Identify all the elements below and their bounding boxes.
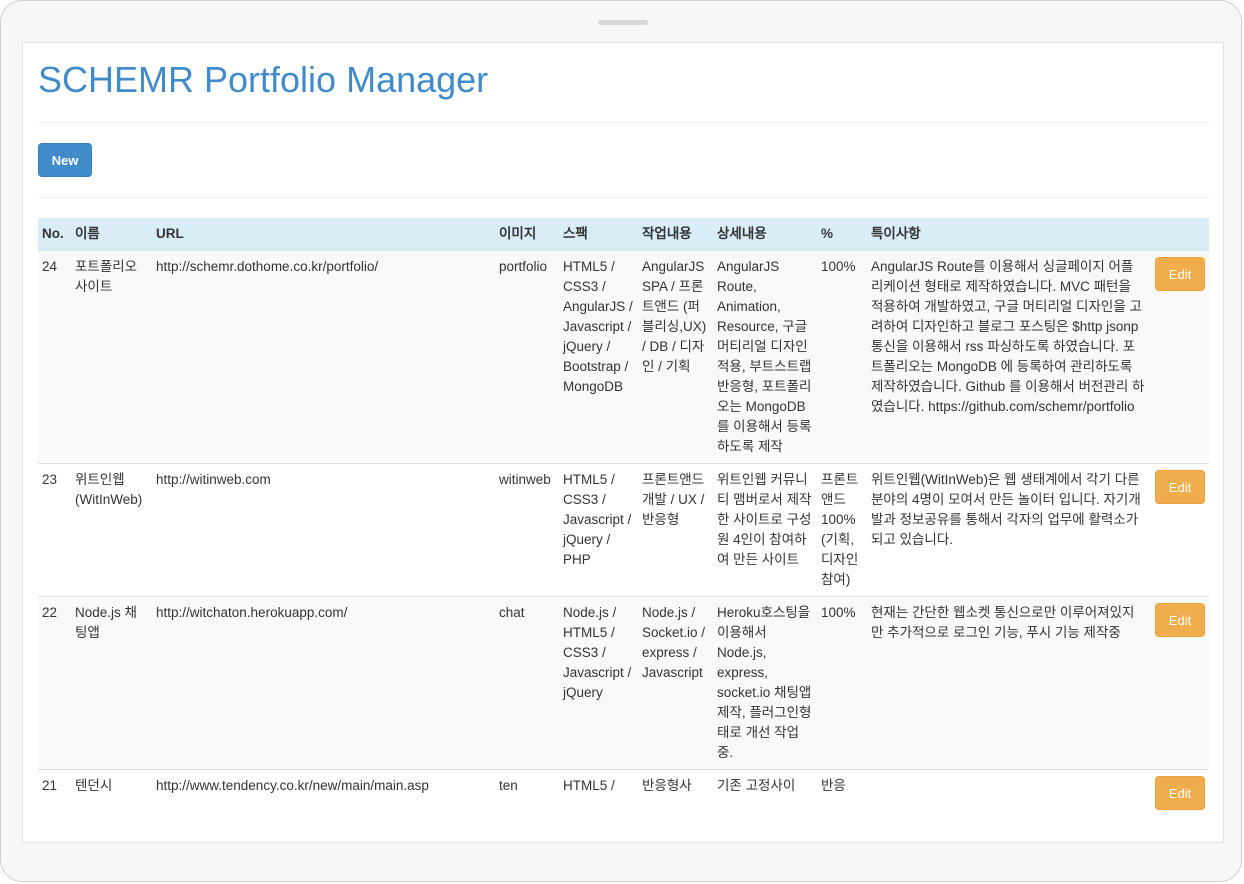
column-header-no: No.	[38, 218, 71, 251]
cell-work: AngularJS SPA / 프론트앤드 (퍼블리싱,UX) / DB / 디…	[642, 259, 707, 374]
speaker-slot	[598, 20, 648, 25]
cell-work: Node.js / Socket.io / express / Javascri…	[642, 605, 706, 680]
edit-button[interactable]: Edit	[1155, 603, 1205, 637]
cell-spec: HTML5 / CSS3 / AngularJS / Javascript / …	[563, 259, 633, 394]
cell-actions: Edit	[1149, 597, 1209, 770]
cell-name: 텐던시	[75, 778, 113, 793]
cell-actions: Edit	[1149, 250, 1209, 464]
cell-no: 23	[42, 472, 58, 487]
cell-spec: HTML5 / CSS3 / Javascript / jQuery / PHP	[563, 472, 632, 567]
cell-work: 프론트앤드 개발 / UX / 반응형	[642, 472, 705, 527]
cell-actions: Edit	[1149, 770, 1209, 817]
cell-note	[867, 770, 1149, 817]
cell-url: http://witchaton.herokuapp.com/	[156, 605, 348, 620]
column-header-detail: 상세내용	[713, 218, 817, 251]
cell-url: http://www.tendency.co.kr/new/main/main.…	[156, 778, 429, 793]
table-row: 22 Node.js 채팅앱 http://witchaton.herokuap…	[38, 596, 1209, 770]
tablet-frame: SCHEMR Portfolio Manager New No. 이름 URL …	[0, 0, 1242, 882]
cell-image: portfolio	[499, 259, 548, 274]
cell-detail: 기존 고정사이	[717, 778, 796, 793]
column-header-name: 이름	[71, 218, 152, 251]
edit-button[interactable]: Edit	[1155, 470, 1205, 504]
edit-button[interactable]: Edit	[1155, 776, 1205, 810]
cell-no: 21	[42, 778, 58, 793]
cell-image: chat	[499, 605, 525, 620]
column-header-url: URL	[152, 218, 495, 251]
cell-percent: 프론트앤드 100%(기획, 디자인 참여)	[821, 472, 859, 587]
cell-image: ten	[499, 778, 518, 793]
new-button[interactable]: New	[38, 143, 92, 177]
column-header-work: 작업내용	[638, 218, 713, 251]
cell-image: witinweb	[499, 472, 551, 487]
table-row: 24 포트폴리오 사이트 http://schemr.dothome.co.kr…	[38, 250, 1209, 464]
cell-detail: AngularJS Route, Animation, Resource, 구글…	[717, 259, 812, 454]
cell-note: AngularJS Route를 이용해서 싱글페이지 어플리케이션 형태로 제…	[871, 259, 1145, 414]
cell-percent: 반응	[821, 778, 846, 793]
cell-name: Node.js 채팅앱	[75, 605, 137, 640]
app-screen: SCHEMR Portfolio Manager New No. 이름 URL …	[22, 42, 1224, 843]
cell-note: 현재는 간단한 웹소켓 통신으로만 이루어져있지만 추가적으로 로그인 기능, …	[871, 605, 1135, 640]
cell-url: http://schemr.dothome.co.kr/portfolio/	[156, 259, 379, 274]
cell-actions: Edit	[1149, 464, 1209, 597]
cell-spec: HTML5 /	[563, 778, 615, 793]
cell-no: 22	[42, 605, 58, 620]
cell-note: 위트인웹(WitInWeb)은 웹 생태계에서 각기 다른 분야의 4명이 모여…	[871, 472, 1141, 547]
table-row: 21 텐던시 http://www.tendency.co.kr/new/mai…	[38, 769, 1209, 817]
column-header-image: 이미지	[495, 218, 559, 251]
cell-percent: 100%	[821, 605, 856, 620]
cell-name: 포트폴리오 사이트	[75, 259, 138, 294]
cell-url: http://witinweb.com	[156, 472, 271, 487]
column-header-actions	[1149, 218, 1209, 251]
column-header-note: 특이사항	[867, 218, 1149, 251]
cell-detail: 위트인웹 커뮤니티 맴버로서 제작한 사이트로 구성원 4인이 참여하여 만든 …	[717, 472, 812, 567]
page-title: SCHEMR Portfolio Manager	[38, 59, 489, 100]
table-row: 23 위트인웹(WitInWeb) http://witinweb.com wi…	[38, 463, 1209, 597]
cell-work: 반응형사	[642, 778, 692, 793]
column-header-spec: 스팩	[559, 218, 638, 251]
edit-button[interactable]: Edit	[1155, 257, 1205, 291]
portfolio-table: No. 이름 URL 이미지 스팩 작업내용 상세내용 % 특이사항 24 포트…	[38, 218, 1209, 816]
divider	[38, 197, 1209, 198]
divider	[38, 122, 1209, 123]
cell-percent: 100%	[821, 259, 856, 274]
table-header-row: No. 이름 URL 이미지 스팩 작업내용 상세내용 % 특이사항	[38, 218, 1209, 251]
column-header-percent: %	[817, 218, 867, 251]
cell-detail: Heroku호스팅을 이용해서 Node.js, express, socket…	[717, 605, 812, 760]
cell-spec: Node.js / HTML5 / CSS3 / Javascript / jQ…	[563, 605, 632, 700]
portfolio-table-container: No. 이름 URL 이미지 스팩 작업내용 상세내용 % 특이사항 24 포트…	[38, 218, 1209, 816]
cell-name: 위트인웹(WitInWeb)	[75, 472, 143, 507]
cell-no: 24	[42, 259, 58, 274]
